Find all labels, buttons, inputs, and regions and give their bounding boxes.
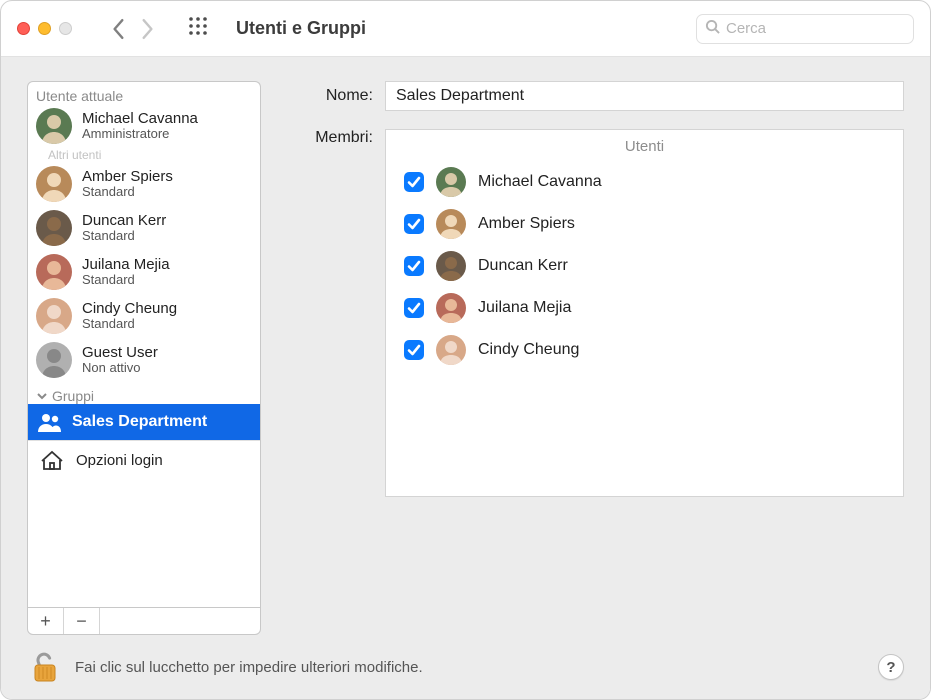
members-list: Utenti Michael Cavanna Amber Spiers [385,129,904,497]
user-role: Non attivo [82,361,158,376]
sidebar-list: Utente attuale Michael Cavanna Amministr… [27,81,261,607]
nav-arrows [110,18,156,40]
member-name: Cindy Cheung [478,341,579,359]
avatar [436,167,466,197]
login-options-item[interactable]: Opzioni login [28,440,260,479]
group-icon [38,412,62,432]
zoom-window-button[interactable] [59,22,72,35]
member-item[interactable]: Amber Spiers [386,203,903,245]
group-name: Sales Department [72,413,207,431]
sidebar: Utente attuale Michael Cavanna Amministr… [27,81,261,635]
body: Utente attuale Michael Cavanna Amministr… [1,57,930,699]
remove-button[interactable]: − [64,608,100,634]
avatar [36,342,72,378]
user-name: Amber Spiers [82,168,173,185]
show-all-prefs-button[interactable] [188,16,208,41]
preferences-window: Utenti e Gruppi Utente attuale [0,0,931,700]
avatar [436,209,466,239]
avatar [436,251,466,281]
name-label: Nome: [291,87,373,105]
member-name: Duncan Kerr [478,257,568,275]
member-checkbox[interactable] [404,298,424,318]
user-role: Standard [82,229,166,244]
member-item[interactable]: Michael Cavanna [386,161,903,203]
member-item[interactable]: Duncan Kerr [386,245,903,287]
addremove-spacer [100,608,260,634]
member-checkbox[interactable] [404,340,424,360]
house-icon [38,449,66,471]
user-name: Michael Cavanna [82,110,198,127]
groups-section-label[interactable]: Gruppi [28,382,260,404]
avatar [36,210,72,246]
members-row: Membri: Utenti Michael Cavanna Amber Spi… [291,129,904,497]
user-role: Standard [82,185,173,200]
avatar [436,335,466,365]
forward-button[interactable] [138,18,156,40]
sidebar-user-item[interactable]: Juilana Mejia Standard [28,250,260,294]
chevron-down-icon [36,390,48,402]
name-row: Nome: [291,81,904,111]
member-item[interactable]: Juilana Mejia [386,287,903,329]
user-name: Cindy Cheung [82,300,177,317]
member-checkbox[interactable] [404,256,424,276]
back-button[interactable] [110,18,128,40]
add-remove-bar: + − [27,607,261,635]
user-name: Juilana Mejia [82,256,170,273]
member-checkbox[interactable] [404,214,424,234]
member-name: Amber Spiers [478,215,575,233]
current-user-section-label: Utente attuale [28,82,260,104]
member-checkbox[interactable] [404,172,424,192]
avatar [36,254,72,290]
members-label: Membri: [291,129,373,147]
traffic-lights [17,22,72,35]
members-column-header: Utenti [386,138,903,161]
footer: Fai clic sul lucchetto per impedire ulte… [27,635,904,685]
sidebar-group-item-selected[interactable]: Sales Department [28,404,260,440]
member-item[interactable]: Cindy Cheung [386,329,903,371]
search-icon [705,19,720,39]
login-options-label: Opzioni login [76,452,163,469]
user-role: Amministratore [82,127,198,142]
main-panel: Nome: Membri: Utenti Michael Cavanna [291,81,904,635]
search-field[interactable] [696,14,914,44]
titlebar: Utenti e Gruppi [1,1,930,57]
sidebar-user-item[interactable]: Guest User Non attivo [28,338,260,382]
avatar [36,108,72,144]
avatar [36,298,72,334]
member-name: Michael Cavanna [478,173,602,191]
group-name-input[interactable] [385,81,904,111]
lock-text: Fai clic sul lucchetto per impedire ulte… [75,659,423,676]
user-name: Duncan Kerr [82,212,166,229]
window-title: Utenti e Gruppi [236,18,366,39]
sidebar-user-item[interactable]: Duncan Kerr Standard [28,206,260,250]
user-role: Standard [82,317,177,332]
user-name: Guest User [82,344,158,361]
avatar [436,293,466,323]
avatar [36,166,72,202]
minimize-window-button[interactable] [38,22,51,35]
member-name: Juilana Mejia [478,299,571,317]
add-button[interactable]: + [28,608,64,634]
search-input[interactable] [726,20,925,37]
close-window-button[interactable] [17,22,30,35]
user-role: Standard [82,273,170,288]
lock-icon[interactable] [27,649,63,685]
other-users-section-label: Altri utenti [28,142,260,162]
sidebar-user-item[interactable]: Amber Spiers Standard [28,162,260,206]
sidebar-user-item[interactable]: Cindy Cheung Standard [28,294,260,338]
help-button[interactable]: ? [878,654,904,680]
